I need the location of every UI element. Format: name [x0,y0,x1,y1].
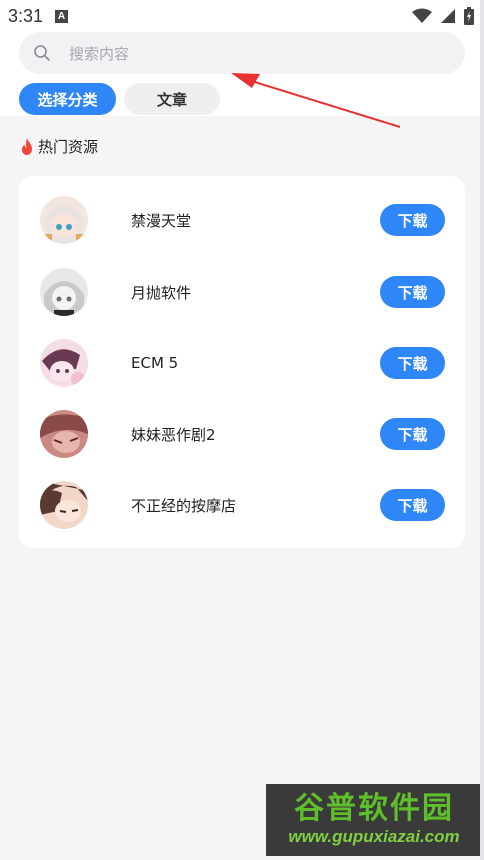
app-avatar[interactable] [40,410,88,458]
app-name: 不正经的按摩店 [131,496,237,515]
download-button[interactable]: 下载 [380,276,445,308]
tab-select-category[interactable]: 选择分类 [19,83,116,115]
section-header: 热门资源 [20,136,98,157]
right-edge-strip [480,0,484,860]
download-button[interactable]: 下载 [380,347,445,379]
download-button[interactable]: 下载 [380,418,445,450]
notification-badge-icon: A [55,9,69,23]
app-name: 禁漫天堂 [131,211,192,230]
app-avatar[interactable] [40,196,88,244]
app-avatar[interactable] [40,339,88,387]
search-input[interactable]: 搜索内容 [69,43,129,64]
tab-articles[interactable]: 文章 [124,83,220,115]
app-avatar[interactable] [40,481,88,529]
section-title: 热门资源 [38,138,99,156]
app-name: ECM 5 [131,354,179,372]
status-time: 3:31 [8,5,44,26]
wifi-icon [412,8,432,23]
battery-icon [464,7,474,25]
resource-list: 禁漫天堂 下载 月抛软件 下载 ECM 5 下载 妹妹恶作剧2 下载 不正经的按… [19,176,465,548]
watermark-url: www.gupuxiazai.com [288,827,460,846]
app-name: 妹妹恶作剧2 [131,425,216,444]
app-avatar[interactable] [40,268,88,316]
download-button[interactable]: 下载 [380,204,445,236]
search-bar[interactable]: 搜索内容 [19,32,465,74]
search-icon [34,45,50,61]
status-bar: 3:31 A [0,0,484,32]
list-item: ECM 5 下载 [19,333,465,393]
watermark-logo: 谷普软件园 www.gupuxiazai.com [266,784,482,856]
watermark-title: 谷普软件园 [294,791,454,826]
list-item: 月抛软件 下载 [19,262,465,322]
download-button[interactable]: 下载 [380,489,445,521]
fire-icon [22,138,32,155]
tab-bar: 选择分类 文章 [19,83,220,115]
list-item: 妹妹恶作剧2 下载 [19,404,465,464]
list-item: 禁漫天堂 下载 [19,190,465,250]
list-item: 不正经的按摩店 下载 [19,475,465,535]
cellular-signal-icon [441,9,455,23]
status-icons [412,7,474,25]
app-name: 月抛软件 [131,283,192,302]
